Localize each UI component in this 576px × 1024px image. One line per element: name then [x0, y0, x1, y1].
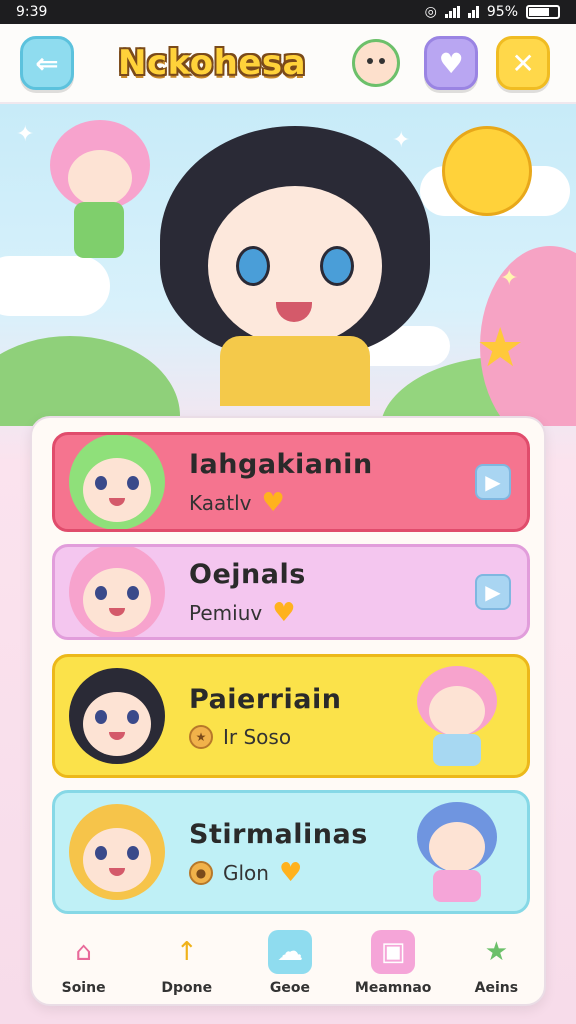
heart-icon: ♥ [261, 487, 285, 518]
nav-item-geoe[interactable]: ☁ Geoe [245, 930, 335, 996]
ghost-icon: ☁ [267, 930, 312, 974]
mascot-avatar[interactable] [352, 39, 401, 87]
character-name: Stirmalinas [189, 818, 368, 850]
wifi-icon [467, 6, 479, 18]
nav-item-aeins[interactable]: ★ Aeins [451, 930, 541, 996]
character-card[interactable]: Oejnals Pemiuv ♥ ▶ [52, 544, 530, 640]
character-name: Paierriain [189, 683, 342, 715]
status-time: 9:39 [16, 4, 48, 20]
sparkle-icon: ✦ [16, 122, 35, 147]
sparkle-icon: ✦ [500, 266, 519, 291]
back-arrow-icon: ⇐ [35, 46, 59, 80]
open-arrow-button[interactable]: ▶ [475, 464, 511, 500]
character-subtitle: Glon [223, 860, 269, 885]
chevron-right-icon: ▶ [485, 470, 501, 494]
up-arrow-icon: ↑ [175, 937, 198, 967]
house-icon: ⌂ [75, 937, 92, 967]
character-subtitle: Ir Soso [223, 724, 292, 749]
picture-icon: ▣ [371, 930, 416, 974]
status-bar: 9:39 ◎ 95% [0, 0, 576, 24]
nav-label: Aeins [474, 980, 519, 996]
character-subtitle: Kaatlv [189, 490, 252, 515]
nav-label: Soine [61, 980, 106, 996]
close-button[interactable]: ✕ [496, 36, 551, 90]
nav-item-dpone[interactable]: ↑ Dpone [142, 930, 232, 996]
heart-icon: ♥ [438, 46, 464, 80]
character-avatar [69, 547, 165, 637]
sun-character [442, 126, 532, 216]
character-list-panel: Iahgakianin Kaatlv ♥ ▶ Oejnals Pemiuv ♥ ▶ … [30, 416, 546, 1006]
alarm-icon: ◎ [424, 4, 437, 20]
character-name: Iahgakianin [189, 448, 373, 480]
star-arrow-icon: ★ [484, 937, 508, 967]
character-card[interactable]: Paierriain ★ Ir Soso [52, 654, 530, 778]
nav-label: Dpone [161, 980, 213, 996]
character-avatar [69, 668, 165, 764]
app-title: Nckohesa [118, 43, 307, 83]
back-button[interactable]: ⇐ [20, 36, 74, 90]
open-arrow-button[interactable]: ▶ [475, 574, 511, 610]
bottom-nav: ⌂ Soine ↑ Dpone ☁ Geoe ▣ Meamnao ★ Aeins [32, 918, 548, 1004]
character-name: Oejnals [189, 558, 306, 590]
main-girl-character [160, 106, 430, 406]
character-avatar [69, 435, 165, 529]
nav-label: Meamnao [354, 980, 432, 996]
companion-character [411, 802, 501, 902]
close-icon: ✕ [511, 46, 535, 80]
heart-icon: ♥ [272, 597, 296, 628]
nav-item-meamnao[interactable]: ▣ Meamnao [348, 930, 438, 996]
character-avatar [69, 804, 165, 900]
favorite-button[interactable]: ♥ [424, 36, 479, 90]
nav-item-home[interactable]: ⌂ Soine [39, 930, 129, 996]
heart-icon: ♥ [278, 857, 303, 888]
star-decoration: ★ [476, 316, 525, 379]
hero-banner: ✦ ✦ ✦ ★ [0, 106, 576, 426]
app-header: ⇐ Nckohesa ♥ ✕ [0, 24, 576, 104]
character-subtitle: Pemiuv [189, 600, 263, 625]
star-coin-icon: ★ [189, 724, 213, 749]
status-indicators: ◎ 95% [425, 4, 560, 20]
hill-decoration [0, 336, 180, 426]
battery-percent: 95% [486, 4, 518, 20]
coin-icon: ● [189, 860, 213, 885]
battery-icon [526, 5, 560, 19]
chevron-right-icon: ▶ [485, 580, 501, 604]
character-card[interactable]: Stirmalinas ● Glon ♥ [52, 790, 530, 914]
nav-label: Geoe [269, 980, 311, 996]
character-card[interactable]: Iahgakianin Kaatlv ♥ ▶ [52, 432, 530, 532]
companion-character [411, 666, 501, 766]
pink-hair-girl-character [40, 120, 160, 270]
signal-icon [444, 6, 460, 18]
